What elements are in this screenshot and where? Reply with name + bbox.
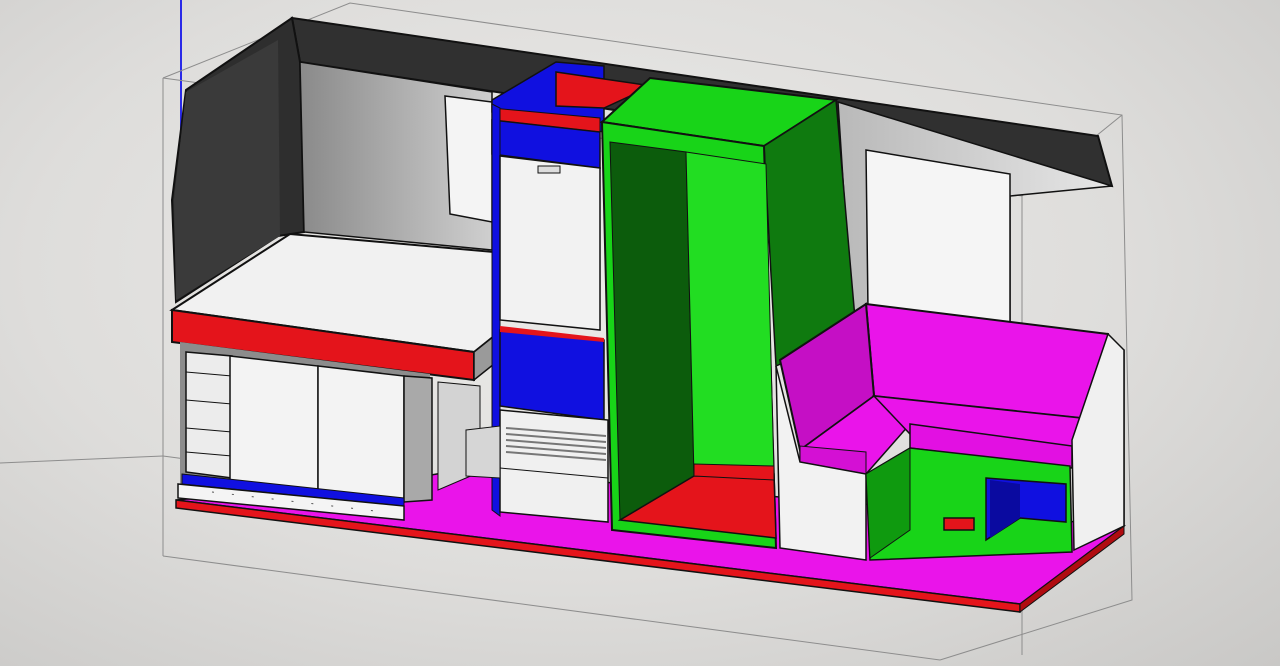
fridge-blue-band xyxy=(499,329,605,421)
wardrobe-inner-left xyxy=(609,141,695,521)
window-right xyxy=(865,149,1011,331)
tower-box-side xyxy=(465,425,501,479)
cabinet-door-1 xyxy=(229,355,319,493)
cad-viewport[interactable] xyxy=(0,0,1280,666)
drawer-stack xyxy=(185,351,233,479)
l-shaped-bench xyxy=(775,302,1125,561)
cabinet-door-2 xyxy=(317,365,405,503)
heater-unit xyxy=(499,409,609,523)
van-model-drawing xyxy=(0,0,1133,661)
cabinet-side xyxy=(403,375,433,503)
wardrobe-inner-back xyxy=(685,151,775,477)
window-left xyxy=(444,95,493,223)
fridge-handle xyxy=(537,165,561,174)
bench-vent xyxy=(943,517,975,531)
fridge-door xyxy=(499,155,601,331)
